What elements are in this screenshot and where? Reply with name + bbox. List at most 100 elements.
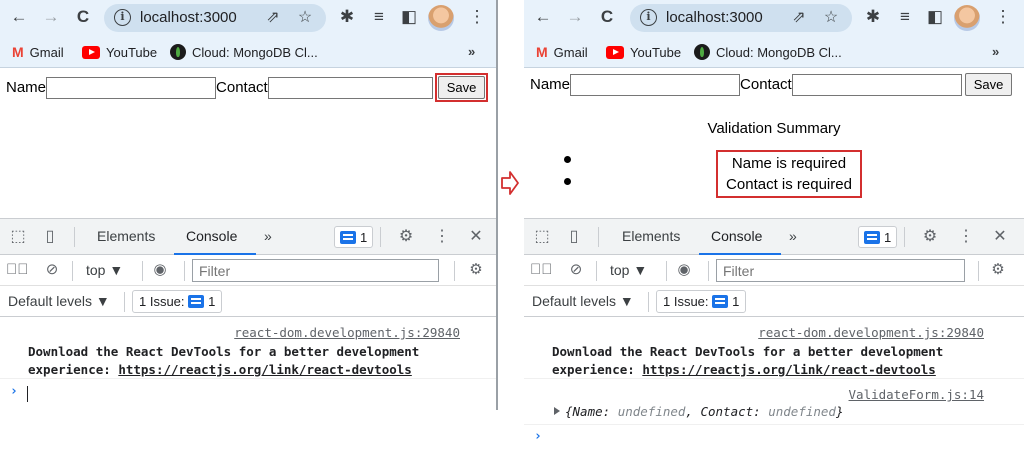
block-icon[interactable]: ⊘ — [566, 260, 586, 280]
more-tabs-icon[interactable]: » — [264, 228, 272, 244]
react-devtools-link[interactable]: https://reactjs.org/link/react-devtools — [642, 362, 936, 377]
validation-summary-title: Validation Summary — [707, 120, 841, 137]
issue-chip[interactable]: 1 Issue: 1 — [132, 290, 223, 313]
address-bar[interactable]: i localhost:3000 ⇗ ☆ — [630, 4, 852, 32]
bookmark-youtube[interactable]: YouTube — [82, 43, 157, 61]
sidepanel-icon[interactable]: ◧ — [924, 6, 946, 28]
divider — [142, 261, 143, 281]
contact-label: Contact — [740, 76, 792, 93]
sidebar-toggle-icon[interactable]: ▸⃞ — [530, 260, 553, 280]
console-caret[interactable] — [27, 386, 28, 402]
panel-divider — [496, 0, 498, 410]
save-button[interactable]: Save — [437, 76, 486, 99]
gmail-icon: M — [536, 44, 548, 60]
bookmark-mongodb[interactable]: Cloud: MongoDB Cl... — [694, 43, 842, 61]
filter-input[interactable] — [716, 259, 965, 282]
source-link[interactable]: react-dom.development.js:29840 — [234, 325, 460, 340]
context-selector[interactable]: top ▼ — [610, 262, 647, 278]
name-input[interactable] — [46, 76, 217, 99]
message-icon — [712, 295, 729, 308]
levels-dropdown[interactable]: Default levels ▼ — [8, 293, 110, 309]
device-icon[interactable]: ▯ — [40, 227, 60, 247]
tab-console[interactable]: Console — [711, 228, 762, 244]
block-icon[interactable]: ⊘ — [42, 260, 62, 280]
forward-arrow-icon[interactable]: → — [564, 6, 586, 28]
close-icon[interactable]: ✕ — [990, 227, 1010, 247]
inspect-icon[interactable]: ⬚ — [532, 227, 552, 247]
profile-avatar[interactable] — [954, 5, 980, 31]
message-icon — [340, 230, 356, 244]
bookmark-gmail[interactable]: M Gmail — [536, 43, 588, 61]
gear-icon[interactable]: ⚙ — [396, 227, 416, 247]
tab-elements[interactable]: Elements — [97, 228, 155, 244]
console-toolbar: ▸⃞ ⊘ top ▼ ◉ ⚙ — [0, 255, 496, 286]
contact-label: Contact — [216, 79, 268, 96]
eye-icon[interactable]: ◉ — [674, 260, 694, 280]
page-content: Name Contact Save — [0, 68, 496, 218]
inspect-icon[interactable]: ⬚ — [8, 227, 28, 247]
kebab-menu-icon[interactable]: ⋮ — [992, 6, 1014, 28]
back-arrow-icon[interactable]: ← — [8, 6, 30, 28]
react-devtools-link[interactable]: https://reactjs.org/link/react-devtools — [118, 362, 412, 377]
issues-badge[interactable]: 1 — [858, 226, 898, 248]
name-label: Name — [6, 79, 47, 96]
back-arrow-icon[interactable]: ← — [532, 6, 554, 28]
divider — [72, 261, 73, 281]
console-prompt-icon: › — [534, 429, 542, 444]
kebab-menu-icon[interactable]: ⋮ — [466, 6, 488, 28]
star-icon[interactable]: ☆ — [820, 7, 842, 29]
extension-icon[interactable]: ✱ — [336, 6, 358, 28]
levels-dropdown[interactable]: Default levels ▼ — [532, 293, 634, 309]
error-item: Name is required — [731, 155, 847, 172]
divider — [380, 227, 381, 247]
error-item: Contact is required — [726, 176, 852, 193]
info-icon[interactable]: i — [640, 9, 657, 26]
forward-arrow-icon[interactable]: → — [40, 6, 62, 28]
expand-triangle-icon[interactable] — [554, 407, 560, 415]
save-button[interactable]: Save — [964, 73, 1013, 96]
star-icon[interactable]: ☆ — [294, 7, 316, 29]
bookmark-mongodb[interactable]: Cloud: MongoDB Cl... — [170, 43, 318, 61]
filter-input[interactable] — [192, 259, 439, 282]
gear-icon[interactable]: ⚙ — [466, 260, 486, 280]
reload-icon[interactable]: C — [596, 6, 618, 28]
tab-console[interactable]: Console — [186, 228, 237, 244]
bookmark-gmail[interactable]: M Gmail — [12, 43, 64, 61]
device-icon[interactable]: ▯ — [564, 227, 584, 247]
kebab-menu-icon[interactable]: ⋮ — [956, 227, 976, 247]
extension-icon[interactable]: ✱ — [862, 6, 884, 28]
kebab-menu-icon[interactable]: ⋮ — [432, 227, 452, 247]
media-icon[interactable]: ≡ — [894, 6, 916, 28]
bookmark-youtube[interactable]: YouTube — [606, 43, 681, 61]
sidepanel-icon[interactable]: ◧ — [398, 6, 420, 28]
gear-icon[interactable]: ⚙ — [920, 227, 940, 247]
context-selector[interactable]: top ▼ — [86, 262, 123, 278]
close-icon[interactable]: ✕ — [466, 227, 486, 247]
more-tabs-icon[interactable]: » — [789, 228, 797, 244]
console-output: react-dom.development.js:29840 Download … — [524, 317, 1024, 456]
divider — [598, 227, 599, 247]
tab-elements[interactable]: Elements — [622, 228, 680, 244]
media-icon[interactable]: ≡ — [368, 6, 390, 28]
reload-icon[interactable]: C — [72, 6, 94, 28]
eye-icon[interactable]: ◉ — [150, 260, 170, 280]
share-icon[interactable]: ⇗ — [262, 7, 284, 29]
gear-icon[interactable]: ⚙ — [988, 260, 1008, 280]
issues-badge[interactable]: 1 — [334, 226, 374, 248]
logged-object[interactable]: {Name: undefined, Contact: undefined} — [554, 404, 843, 419]
name-input[interactable] — [570, 73, 741, 96]
source-link[interactable]: ValidateForm.js:14 — [849, 387, 984, 402]
bookmarks-overflow-icon[interactable]: » — [468, 44, 475, 59]
issue-chip[interactable]: 1 Issue: 1 — [656, 290, 747, 313]
profile-avatar[interactable] — [428, 5, 454, 31]
address-bar[interactable]: i localhost:3000 ⇗ ☆ — [104, 4, 326, 32]
divider — [184, 261, 185, 281]
contact-input[interactable] — [791, 73, 962, 96]
sidebar-toggle-icon[interactable]: ▸⃞ — [6, 260, 29, 280]
share-icon[interactable]: ⇗ — [788, 7, 810, 29]
contact-input[interactable] — [267, 76, 433, 99]
info-icon[interactable]: i — [114, 9, 131, 26]
divider — [904, 227, 905, 247]
source-link[interactable]: react-dom.development.js:29840 — [758, 325, 984, 340]
bookmarks-overflow-icon[interactable]: » — [992, 44, 999, 59]
